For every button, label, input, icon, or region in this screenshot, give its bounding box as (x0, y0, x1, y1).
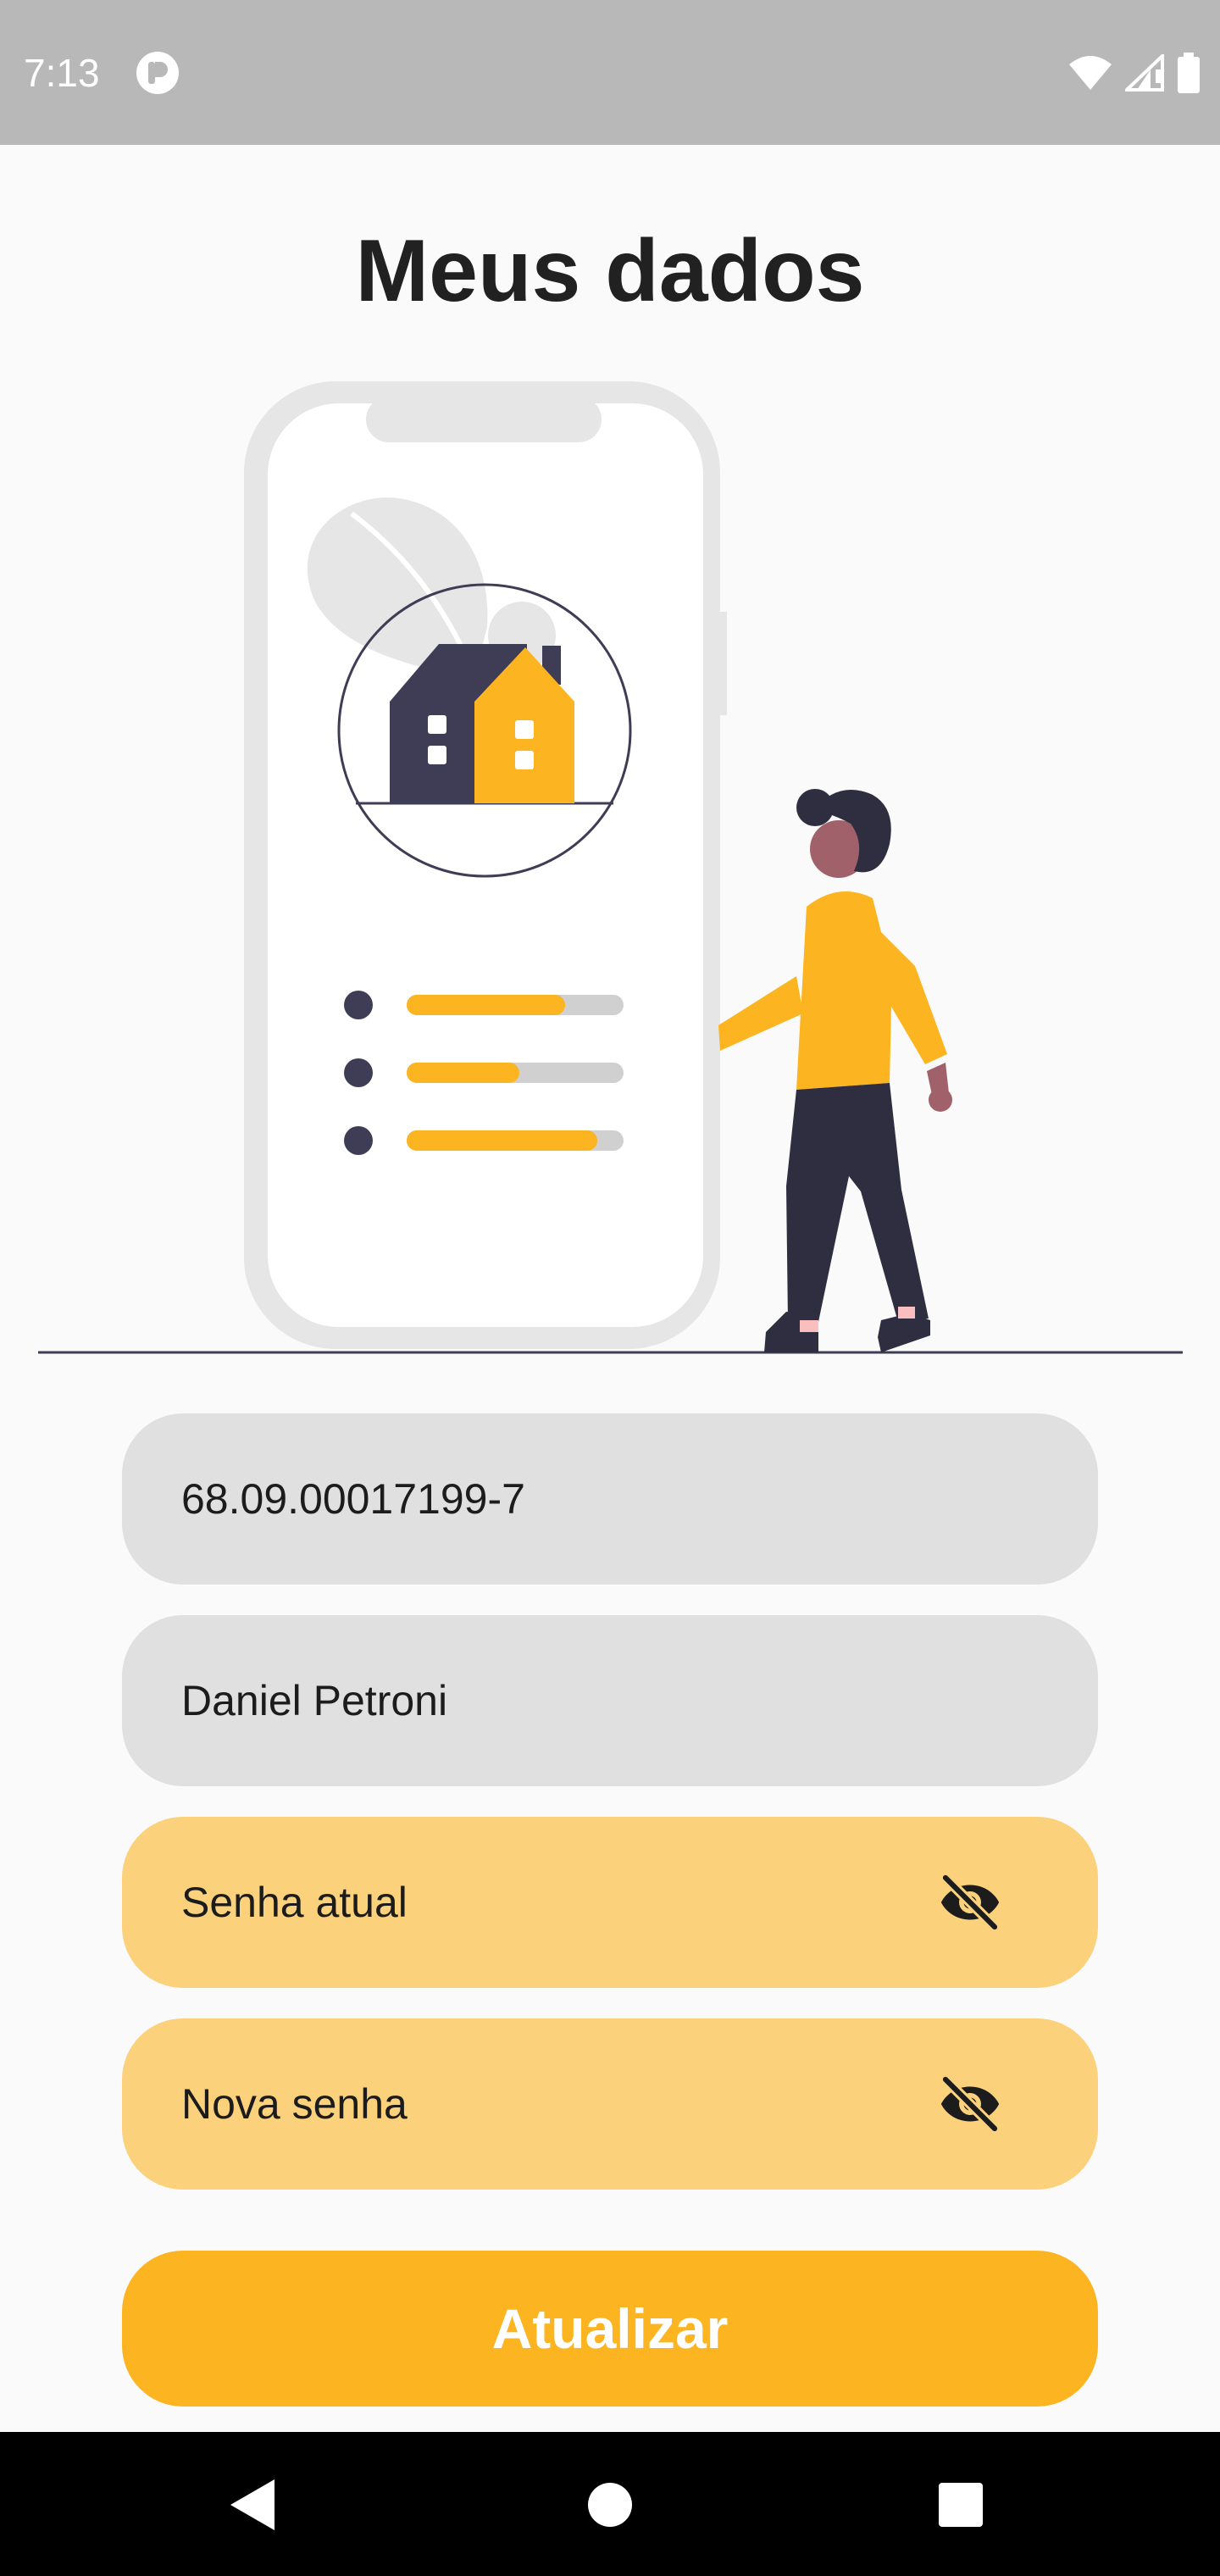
wifi-icon (1069, 56, 1112, 90)
page-title: Meus dados (355, 222, 865, 320)
progress-fill (407, 1063, 519, 1083)
signal-icon (1125, 54, 1164, 92)
progress-fill (407, 1130, 597, 1151)
status-time: 7:13 (24, 51, 100, 95)
update-button[interactable]: Atualizar (122, 2251, 1098, 2407)
eye-off-icon[interactable] (935, 2069, 1005, 2139)
status-bar: 7:13 (0, 0, 1220, 145)
account-number-value: 68.09.00017199-7 (181, 1475, 525, 1523)
name-value: Daniel Petroni (181, 1677, 448, 1724)
home-icon[interactable] (542, 2432, 678, 2576)
progress-fill (407, 995, 565, 1015)
status-icons (1068, 51, 1201, 95)
list-bullet (344, 991, 373, 1019)
account-number-field[interactable]: 68.09.00017199-7 (122, 1413, 1098, 1585)
new-password-field[interactable]: Nova senha (122, 2018, 1098, 2190)
name-field[interactable]: Daniel Petroni (122, 1615, 1098, 1786)
back-icon[interactable] (186, 2432, 322, 2576)
battery-icon (1178, 53, 1200, 93)
recents-icon[interactable] (893, 2432, 1029, 2576)
app-notification-icon (136, 52, 179, 94)
profile-illustration (38, 381, 1183, 1354)
list-bullet (344, 1126, 373, 1155)
eye-off-icon[interactable] (935, 1868, 1005, 1937)
current-password-field[interactable]: Senha atual (122, 1817, 1098, 1988)
navigation-bar (0, 2432, 1220, 2576)
phone-notch (366, 397, 602, 442)
person-figure (718, 789, 952, 1352)
list-bullet (344, 1058, 373, 1087)
